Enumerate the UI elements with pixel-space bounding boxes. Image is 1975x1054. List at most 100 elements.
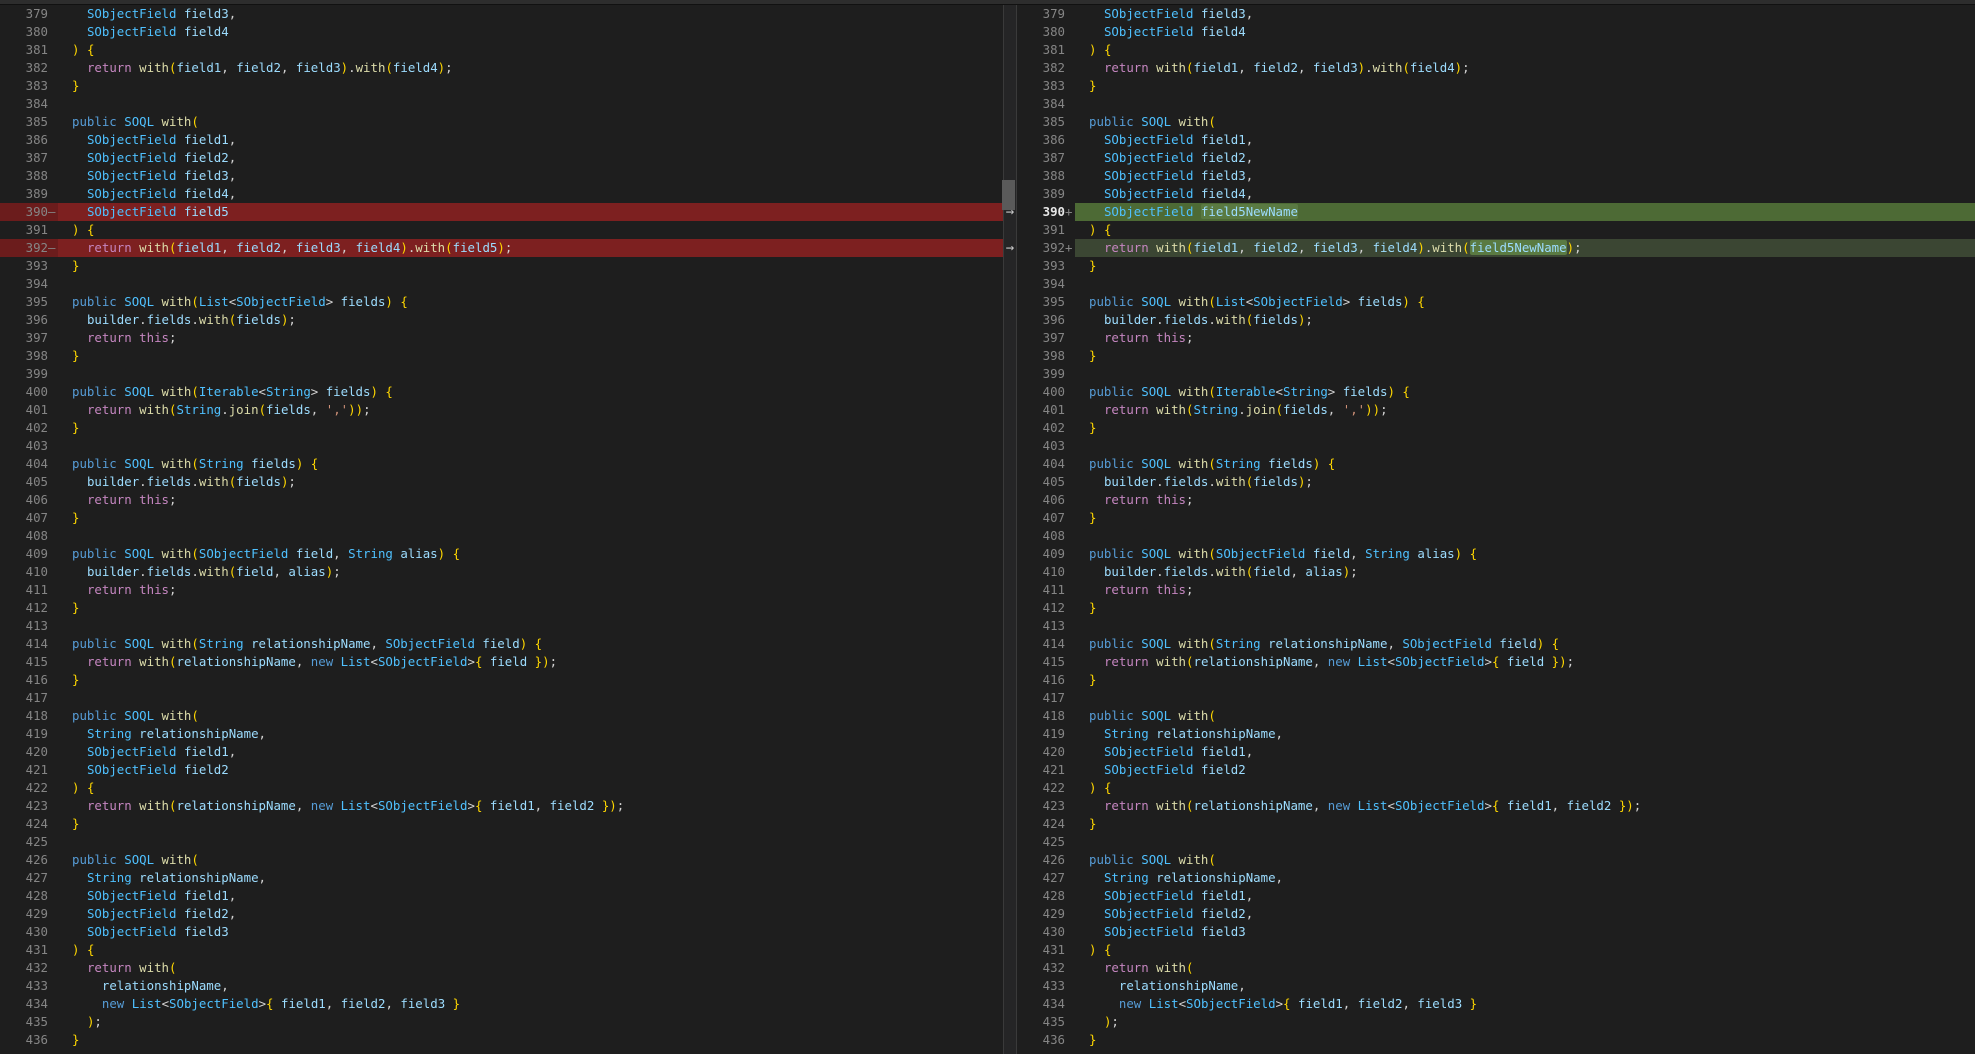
code-line[interactable]: 399 <box>0 365 1003 383</box>
code-line[interactable]: 432 return with( <box>1017 959 1975 977</box>
code-text[interactable]: builder.fields.with(fields); <box>1075 311 1975 329</box>
code-text[interactable]: SObjectField field3 <box>1075 923 1975 941</box>
code-line[interactable]: 389 SObjectField field4, <box>1017 185 1975 203</box>
code-text[interactable]: ) { <box>58 941 1003 959</box>
code-line[interactable]: 433 relationshipName, <box>0 977 1003 995</box>
code-text[interactable]: } <box>58 509 1003 527</box>
code-text[interactable]: ) { <box>1075 221 1975 239</box>
code-text[interactable]: return this; <box>1075 329 1975 347</box>
code-text[interactable]: relationshipName, <box>58 977 1003 995</box>
code-text[interactable]: } <box>1075 77 1975 95</box>
code-text[interactable]: } <box>1075 815 1975 833</box>
code-line[interactable]: 434 new List<SObjectField>{ field1, fiel… <box>1017 995 1975 1013</box>
code-line[interactable]: 388 SObjectField field3, <box>1017 167 1975 185</box>
code-line[interactable]: 397 return this; <box>0 329 1003 347</box>
code-text[interactable]: new List<SObjectField>{ field1, field2, … <box>58 995 1003 1013</box>
code-text[interactable]: public SOQL with( <box>58 707 1003 725</box>
code-line[interactable]: 428 SObjectField field1, <box>1017 887 1975 905</box>
code-text[interactable]: SObjectField field5NewName <box>1075 203 1975 221</box>
code-text[interactable]: return with(field1, field2, field3, fiel… <box>58 239 1003 257</box>
code-line[interactable]: 414 public SOQL with(String relationshipN… <box>0 635 1003 653</box>
code-line[interactable]: 400 public SOQL with(Iterable<String> fie… <box>0 383 1003 401</box>
code-line[interactable]: 427 String relationshipName, <box>1017 869 1975 887</box>
code-text[interactable]: } <box>58 815 1003 833</box>
code-text[interactable]: return with(String.join(fields, ',')); <box>58 401 1003 419</box>
code-text[interactable]: SObjectField field4, <box>58 185 1003 203</box>
code-line[interactable]: 419 String relationshipName, <box>1017 725 1975 743</box>
code-line[interactable]: 418 public SOQL with( <box>0 707 1003 725</box>
code-line[interactable]: 379 SObjectField field3, <box>1017 5 1975 23</box>
code-line[interactable]: 393} <box>0 257 1003 275</box>
code-line[interactable]: 417 <box>1017 689 1975 707</box>
code-line[interactable]: 407} <box>0 509 1003 527</box>
code-line[interactable]: 435 ); <box>0 1013 1003 1031</box>
code-line[interactable]: 415 return with(relationshipName, new Li… <box>1017 653 1975 671</box>
code-text[interactable]: public SOQL with(List<SObjectField> fiel… <box>1075 293 1975 311</box>
code-line[interactable]: 433 relationshipName, <box>1017 977 1975 995</box>
code-line[interactable]: 412} <box>1017 599 1975 617</box>
code-line[interactable]: 421 SObjectField field2 <box>0 761 1003 779</box>
code-line[interactable]: 380 SObjectField field4 <box>1017 23 1975 41</box>
code-text[interactable]: return this; <box>58 329 1003 347</box>
code-line[interactable]: 379 SObjectField field3, <box>0 5 1003 23</box>
code-text[interactable]: public SOQL with(List<SObjectField> fiel… <box>58 293 1003 311</box>
code-text[interactable]: } <box>58 599 1003 617</box>
code-line[interactable]: 399 <box>1017 365 1975 383</box>
code-line[interactable]: 428 SObjectField field1, <box>0 887 1003 905</box>
code-line[interactable]: 396 builder.fields.with(fields); <box>1017 311 1975 329</box>
code-line[interactable]: 410 builder.fields.with(field, alias); <box>1017 563 1975 581</box>
code-text[interactable]: public SOQL with(Iterable<String> fields… <box>58 383 1003 401</box>
code-text[interactable]: return this; <box>1075 491 1975 509</box>
code-line[interactable]: 394 <box>0 275 1003 293</box>
code-line[interactable]: 396 builder.fields.with(fields); <box>0 311 1003 329</box>
code-line[interactable]: 389 SObjectField field4, <box>0 185 1003 203</box>
code-line[interactable]: 385 public SOQL with( <box>0 113 1003 131</box>
added-line[interactable]: 392 + return with(field1, field2, field3,… <box>1017 239 1975 257</box>
code-text[interactable]: builder.fields.with(fields); <box>58 473 1003 491</box>
code-text[interactable]: SObjectField field3 <box>58 923 1003 941</box>
code-line[interactable]: 404 public SOQL with(String fields) { <box>0 455 1003 473</box>
code-text[interactable]: public SOQL with(String fields) { <box>58 455 1003 473</box>
code-text[interactable]: public SOQL with( <box>1075 113 1975 131</box>
code-text[interactable]: relationshipName, <box>1075 977 1975 995</box>
code-line[interactable]: 393} <box>1017 257 1975 275</box>
code-text[interactable]: SObjectField field3, <box>58 5 1003 23</box>
code-text[interactable]: SObjectField field4, <box>1075 185 1975 203</box>
code-line[interactable]: 436} <box>0 1031 1003 1049</box>
code-text[interactable]: ) { <box>1075 941 1975 959</box>
code-text[interactable]: public SOQL with(String relationshipName… <box>1075 635 1975 653</box>
code-line[interactable]: 413 <box>0 617 1003 635</box>
code-line[interactable]: 408 <box>1017 527 1975 545</box>
diff-pane-original[interactable]: 379 SObjectField field3, 380 SObjectField… <box>0 5 1003 1054</box>
code-line[interactable]: 401 return with(String.join(fields, ',')… <box>1017 401 1975 419</box>
code-line[interactable]: 424} <box>1017 815 1975 833</box>
code-line[interactable]: 425 <box>1017 833 1975 851</box>
code-line[interactable]: 416} <box>1017 671 1975 689</box>
code-text[interactable]: return with(field1, field2, field3).with… <box>58 59 1003 77</box>
code-text[interactable]: public SOQL with( <box>58 113 1003 131</box>
code-text[interactable]: } <box>58 257 1003 275</box>
code-line[interactable]: 434 new List<SObjectField>{ field1, fiel… <box>0 995 1003 1013</box>
arrow-right-icon[interactable]: → <box>1003 203 1017 221</box>
code-text[interactable]: builder.fields.with(fields); <box>58 311 1003 329</box>
code-line[interactable]: 387 SObjectField field2, <box>0 149 1003 167</box>
code-text[interactable]: return this; <box>1075 581 1975 599</box>
code-text[interactable]: return with(relationshipName, new List<S… <box>58 653 1003 671</box>
code-text[interactable]: SObjectField field1, <box>1075 887 1975 905</box>
code-line[interactable]: 383} <box>1017 77 1975 95</box>
code-text[interactable]: return with(relationshipName, new List<S… <box>1075 653 1975 671</box>
code-line[interactable]: 424} <box>0 815 1003 833</box>
arrow-right-icon[interactable]: → <box>1003 239 1017 257</box>
code-line[interactable]: 406 return this; <box>1017 491 1975 509</box>
code-text[interactable]: } <box>58 347 1003 365</box>
code-text[interactable]: public SOQL with(SObjectField field, Str… <box>1075 545 1975 563</box>
code-text[interactable]: ) { <box>58 221 1003 239</box>
code-line[interactable]: 405 builder.fields.with(fields); <box>0 473 1003 491</box>
code-line[interactable]: 412} <box>0 599 1003 617</box>
code-text[interactable]: public SOQL with( <box>1075 707 1975 725</box>
code-text[interactable]: return with(relationshipName, new List<S… <box>1075 797 1975 815</box>
deleted-line[interactable]: 392— return with(field1, field2, field3,… <box>0 239 1003 257</box>
code-line[interactable]: 411 return this; <box>0 581 1003 599</box>
code-text[interactable]: String relationshipName, <box>1075 725 1975 743</box>
code-text[interactable]: String relationshipName, <box>58 725 1003 743</box>
